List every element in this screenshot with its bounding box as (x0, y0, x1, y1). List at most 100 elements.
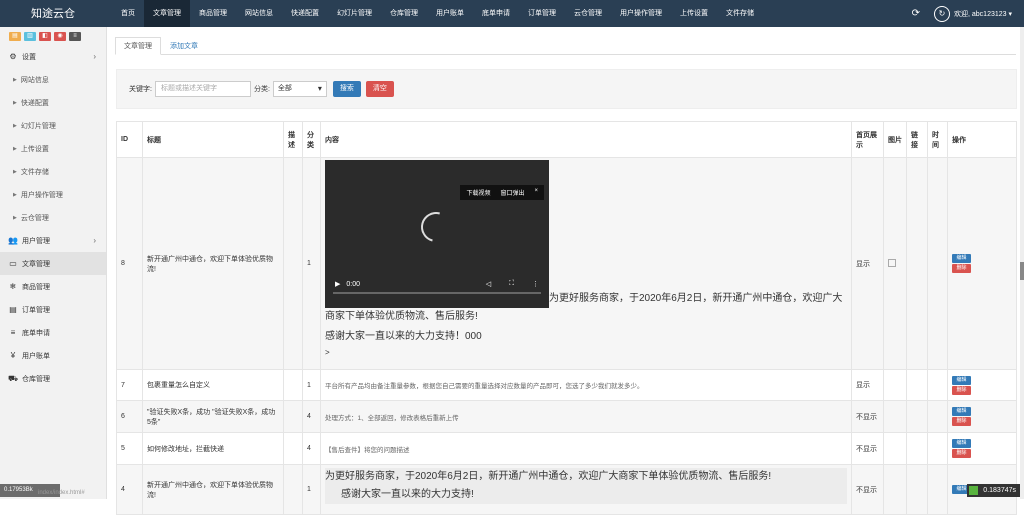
sidebar-item[interactable]: ¥用户账单 (0, 344, 106, 367)
delete-button[interactable]: 删除 (952, 449, 971, 458)
category-select[interactable]: 全部 (273, 81, 327, 97)
sidebar-item-label: 设置 (22, 52, 36, 62)
edit-button[interactable]: 编辑 (952, 376, 971, 385)
fullscreen-icon[interactable]: ⛶ (509, 280, 514, 288)
download-video-button[interactable]: 下载视频 (466, 188, 490, 197)
edit-button[interactable]: 编辑 (952, 439, 971, 448)
sidebar-item[interactable]: ▤ 订单管理 (0, 298, 106, 321)
nav-item[interactable]: 仓库管理 (381, 0, 427, 27)
sidebar-item[interactable]: 👥用户管理› (0, 229, 106, 252)
sidebar-item[interactable]: ▶云仓管理 (0, 206, 106, 229)
table-row: 7 包裹重量怎么自定义 1 平台所有产品均由备注重量参数，根据您自己需要的重量选… (117, 370, 1017, 401)
sidebar-item[interactable]: ▶用户操作管理 (0, 183, 106, 206)
cell-content: 为更好服务商家，于2020年6月2日，新开通广州中通仓，欢迎广大商家下单体验优质… (321, 465, 852, 515)
app-logo[interactable]: 知途云仓 (0, 0, 106, 27)
cell-category: 1 (303, 158, 321, 370)
col-content: 内容 (321, 122, 852, 158)
cell-content: 下载视频 窗口弹出 × ▶ 0:00 ◁ ⛶ ⋮ 为更 (321, 158, 852, 370)
sidebar-item-label: 用户账单 (22, 351, 50, 361)
delete-button[interactable]: 删除 (952, 417, 971, 426)
delete-button[interactable]: 删除 (952, 386, 971, 395)
edit-button[interactable]: 编辑 (952, 254, 971, 263)
sidebar-item[interactable]: ≡底单申请 (0, 321, 106, 344)
video-progress-bar[interactable] (333, 292, 541, 294)
cell-link (907, 158, 928, 370)
sidebar-shortcut-button[interactable]: ▤ (9, 32, 21, 41)
sidebar-shortcut-button[interactable]: ≡ (69, 32, 81, 41)
article-table: ID 标题 描述 分类 内容 首页展示 图片 链接 时间 操作 8 新开通广州中… (116, 121, 1017, 515)
sidebar-item[interactable]: ⚙设置› (0, 45, 106, 68)
volume-icon[interactable]: ◁ (486, 280, 491, 288)
nav-item[interactable]: 商品管理 (190, 0, 236, 27)
cell-actions: 编辑 删除 (948, 433, 1017, 465)
sidebar-shortcut-button[interactable]: ◧ (39, 32, 51, 41)
cell-link (907, 433, 928, 465)
cell-category: 4 (303, 401, 321, 433)
nav-item[interactable]: 上传设置 (671, 0, 717, 27)
scrollbar-thumb[interactable] (1020, 262, 1024, 280)
nav-item[interactable]: 首页 (112, 0, 144, 27)
sidebar-item[interactable]: ▶文件存储 (0, 160, 106, 183)
cell-link (907, 370, 928, 401)
tab-add-article[interactable]: 添加文章 (161, 37, 207, 55)
nav-item[interactable]: 云仓管理 (565, 0, 611, 27)
col-category: 分类 (303, 122, 321, 158)
sidebar-shortcut-button[interactable]: ▥ (24, 32, 36, 41)
close-icon[interactable]: × (534, 188, 538, 197)
col-title: 标题 (143, 122, 284, 158)
video-player[interactable]: 下载视频 窗口弹出 × ▶ 0:00 ◁ ⛶ ⋮ (325, 160, 549, 308)
nav-item[interactable]: 文章管理 (144, 0, 190, 27)
col-time: 时间 (928, 122, 948, 158)
more-options-icon[interactable]: ⋮ (532, 280, 539, 288)
sidebar-item[interactable]: ⛟仓库管理 (0, 367, 106, 390)
nav-item[interactable]: 网站信息 (236, 0, 282, 27)
cell-image (884, 370, 907, 401)
file-icon: ▤ (8, 305, 18, 314)
debug-badge-right[interactable]: 0.183747s (967, 484, 1020, 497)
nav-item[interactable]: 快递配置 (282, 0, 328, 27)
page-scrollbar[interactable] (1020, 27, 1024, 499)
cell-image (884, 158, 907, 370)
debug-logo-icon (969, 486, 978, 495)
edit-button[interactable]: 编辑 (952, 407, 971, 416)
nav-item[interactable]: 文件存储 (717, 0, 763, 27)
refresh-icon[interactable]: ⟳ (912, 8, 920, 19)
sidebar-item[interactable]: ▶网站信息 (0, 68, 106, 91)
popout-window-button[interactable]: 窗口弹出 (500, 188, 524, 197)
avatar-icon[interactable]: ↻ (934, 6, 950, 22)
tab-bar: 文章管理 添加文章 (115, 37, 1016, 55)
nav-item[interactable]: 订单管理 (519, 0, 565, 27)
cell-title: 如何修改地址，拦截快递 (143, 433, 284, 465)
loading-spinner-icon (416, 207, 457, 248)
nav-item[interactable]: 用户操作管理 (611, 0, 671, 27)
play-icon[interactable]: ▶ (335, 280, 340, 288)
cell-home-show: 不显示 (852, 433, 884, 465)
cell-title: 新开通广州中通仓，欢迎下单体验优质物流! (143, 158, 284, 370)
welcome-user-dropdown[interactable]: 欢迎, abc123123 ▾ (954, 9, 1012, 19)
main-nav: 首页文章管理商品管理网站信息快递配置幻灯片管理仓库管理用户账单底单申请订单管理云… (112, 0, 763, 27)
sidebar-item-label: 文件存储 (21, 167, 49, 177)
nav-item[interactable]: 用户账单 (427, 0, 473, 27)
tab-article-manage[interactable]: 文章管理 (115, 37, 161, 55)
cell-id: 8 (117, 158, 143, 370)
sidebar-item[interactable]: ❄商品管理 (0, 275, 106, 298)
search-button[interactable]: 搜索 (333, 81, 361, 97)
sidebar-item[interactable]: ▭文章管理 (0, 252, 106, 275)
sidebar-item[interactable]: ▶上传设置 (0, 137, 106, 160)
expand-arrow[interactable]: > (325, 348, 847, 357)
nav-item[interactable]: 底单申请 (473, 0, 519, 27)
cell-actions: 编辑 删除 (948, 158, 1017, 370)
table-header-row: ID 标题 描述 分类 内容 首页展示 图片 链接 时间 操作 (117, 122, 1017, 158)
delete-button[interactable]: 删除 (952, 264, 971, 273)
clear-button[interactable]: 清空 (366, 81, 394, 97)
keyword-input[interactable]: 标题或描述关键字 (155, 81, 251, 97)
sidebar-shortcut-button[interactable]: ◉ (54, 32, 66, 41)
nav-item[interactable]: 幻灯片管理 (328, 0, 381, 27)
cell-actions: 编辑 删除 (948, 370, 1017, 401)
sidebar-item[interactable]: ▶快递配置 (0, 91, 106, 114)
caret-right-icon: ▶ (13, 100, 17, 106)
cell-id: 4 (117, 465, 143, 515)
top-navbar: 知途云仓 首页文章管理商品管理网站信息快递配置幻灯片管理仓库管理用户账单底单申请… (0, 0, 1024, 27)
sidebar-item-label: 订单管理 (22, 305, 50, 315)
sidebar-item[interactable]: ▶幻灯片管理 (0, 114, 106, 137)
